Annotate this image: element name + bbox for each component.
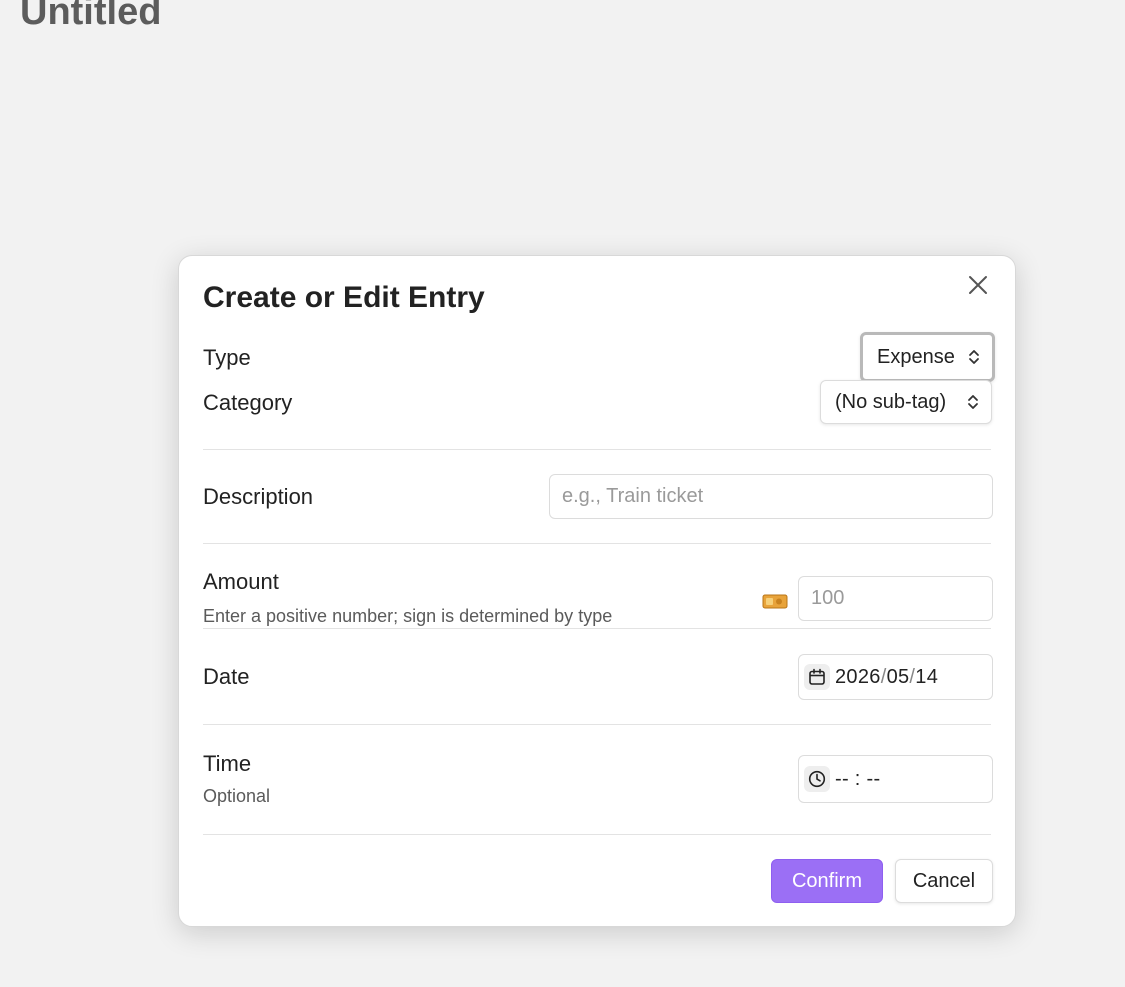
category-value: (No sub-tag) (835, 390, 947, 413)
dialog-title: Create or Edit Entry (203, 281, 485, 314)
divider (203, 628, 991, 629)
divider (203, 543, 991, 544)
time-hint: Optional (203, 786, 271, 806)
close-button[interactable] (967, 274, 989, 296)
amount-input[interactable]: 100 (798, 576, 993, 621)
date-month[interactable]: 05 (887, 666, 910, 688)
amount-label: Amount (203, 569, 279, 594)
date-day[interactable]: 14 (915, 666, 938, 688)
chevron-updown-icon (967, 394, 979, 410)
close-icon (967, 274, 989, 296)
page-title: Untitled (20, 0, 162, 33)
clock-icon[interactable] (804, 766, 830, 792)
time-label: Time (203, 751, 252, 776)
date-label: Date (203, 664, 250, 689)
amount-hint: Enter a positive number; sign is determi… (203, 606, 613, 626)
divider (203, 834, 991, 835)
entry-dialog: Create or Edit Entry Type Expense Catego… (178, 255, 1016, 927)
calendar-icon[interactable] (804, 664, 830, 690)
amount-placeholder: 100 (811, 587, 845, 609)
divider (203, 449, 991, 450)
description-placeholder: e.g., Train ticket (562, 485, 704, 507)
category-select[interactable]: (No sub-tag) (820, 380, 992, 424)
description-input[interactable]: e.g., Train ticket (549, 474, 993, 519)
date-year[interactable]: 2026 (835, 666, 881, 688)
chevron-updown-icon (968, 349, 980, 365)
category-label: Category (203, 390, 293, 415)
money-icon (762, 591, 788, 616)
type-label: Type (203, 345, 251, 370)
date-input[interactable]: 2026/05/14 (798, 654, 993, 700)
type-value: Expense (877, 345, 955, 368)
description-label: Description (203, 484, 314, 509)
confirm-button[interactable]: Confirm (771, 859, 883, 903)
time-value[interactable]: -- : -- (835, 768, 880, 791)
cancel-button[interactable]: Cancel (895, 859, 993, 903)
time-input[interactable]: -- : -- (798, 755, 993, 803)
divider (203, 724, 991, 725)
type-select[interactable]: Expense (860, 332, 995, 382)
